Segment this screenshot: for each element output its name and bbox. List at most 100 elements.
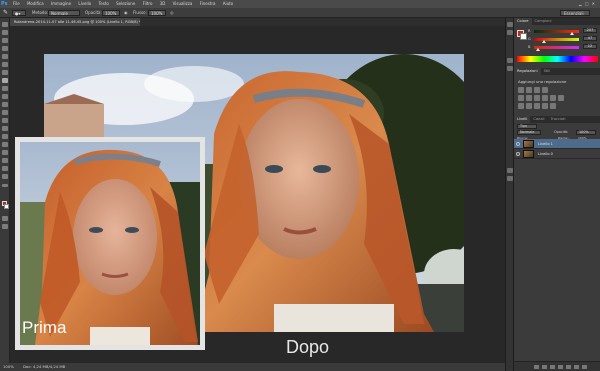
new-group-icon[interactable] [566,365,571,369]
eye-icon[interactable] [516,152,520,156]
close-icon[interactable]: ✕ [592,1,598,6]
style-select[interactable]: Normale [48,10,80,16]
lasso-tool-icon[interactable] [2,38,8,43]
menu-item-modifica[interactable]: Modifica [27,0,44,8]
flow-field[interactable]: 100% [148,10,166,16]
layer-filter-select[interactable]: Tipo [517,124,537,129]
tab-livelli[interactable]: Livelli [514,116,531,123]
layer-mask-icon[interactable] [550,365,555,369]
zoom-level[interactable]: 100% [3,364,14,369]
selective-color-icon[interactable] [550,103,556,109]
red-slider-thumb[interactable] [570,32,574,35]
type-tool-icon[interactable] [2,142,8,147]
layer-thumbnail [523,150,534,158]
tab-tracciati[interactable]: Tracciati [548,116,569,123]
eraser-tool-icon[interactable] [2,102,8,107]
brush-preset-picker[interactable]: ●▾ [12,10,26,16]
clone-stamp-tool-icon[interactable] [2,86,8,91]
menu-item-visualizza[interactable]: Visualizza [173,0,193,8]
link-layers-icon[interactable] [534,365,539,369]
green-slider[interactable] [534,38,579,41]
background-color-swatch[interactable] [4,204,9,209]
menu-item-aiuto[interactable]: Aiuto [223,0,233,8]
posterize-icon[interactable] [526,103,532,109]
green-value[interactable]: 47 [583,36,597,41]
menu-item-selezione[interactable]: Selezione [116,0,135,8]
hue-saturation-icon[interactable] [526,95,532,101]
layer-style-icon[interactable] [542,365,547,369]
tab-stili[interactable]: Stili [541,68,554,75]
exposure-icon[interactable] [542,87,548,93]
layers-footer-toolbar [514,361,600,371]
color-balance-icon[interactable] [534,95,540,101]
menu-item-livello[interactable]: Livello [78,0,91,8]
screen-mode-icon[interactable] [2,224,8,229]
healing-tool-icon[interactable] [2,70,8,75]
tab-colore[interactable]: Colore [514,18,532,25]
blur-tool-icon[interactable] [2,118,8,123]
blend-mode-select[interactable]: Normale [517,130,541,135]
quick-mask-icon[interactable] [2,216,8,221]
levels-icon[interactable] [526,87,532,93]
black-white-icon[interactable] [542,95,548,101]
menu-item-filtro[interactable]: Filtro [143,0,153,8]
brightness-contrast-icon[interactable] [518,87,524,93]
zoom-tool-icon[interactable] [2,174,8,179]
workspace-select[interactable]: Essenziali [560,10,590,16]
shape-tool-icon[interactable] [2,158,8,163]
trash-icon[interactable] [582,365,587,369]
red-value[interactable]: 207 [583,28,597,33]
layer-opacity-field[interactable]: 100% [576,130,596,135]
brush-tool-icon[interactable]: ✎ [3,8,8,18]
color-spectrum[interactable] [517,56,598,62]
gradient-map-icon[interactable] [542,103,548,109]
new-layer-icon[interactable] [574,365,579,369]
history-brush-tool-icon[interactable] [2,94,8,99]
adjustment-layer-icon[interactable] [558,365,563,369]
airbrush-icon[interactable]: ◎ [170,8,174,18]
brush-tool-icon[interactable] [2,78,8,83]
menu-item-file[interactable]: File [13,0,20,8]
crop-tool-icon[interactable] [2,54,8,59]
panel-icon-strip [505,18,513,371]
threshold-icon[interactable] [534,103,540,109]
layer-row[interactable]: Livello 1 [514,139,600,149]
document-info[interactable]: Doc: 4,24 MB/4,24 MB [23,364,65,369]
menu-item-testo[interactable]: Testo [98,0,108,8]
marquee-tool-icon[interactable] [2,30,8,35]
eye-icon[interactable] [516,142,520,146]
menu-item-finestra[interactable]: Finestra [200,0,216,8]
document-tab[interactable]: Rolandreno-2014-11-07 alle 11.46.45.png … [10,18,140,26]
path-selection-tool-icon[interactable] [2,150,8,155]
eyedropper-tool-icon[interactable] [2,62,8,67]
dodge-tool-icon[interactable] [2,126,8,131]
green-slider-label: G [528,37,531,41]
photo-filter-icon[interactable] [550,95,556,101]
curves-icon[interactable] [534,87,540,93]
quick-selection-tool-icon[interactable] [2,46,8,51]
tablet-pressure-icon[interactable]: ◉ [124,8,128,18]
portrait-before-image [20,142,200,345]
green-slider-thumb[interactable] [542,40,546,43]
tab-regolazioni[interactable]: Regolazioni [514,68,541,75]
panel-background-swatch[interactable] [520,33,527,40]
pen-tool-icon[interactable] [2,134,8,139]
layer-row[interactable]: Livello 0 [514,149,600,159]
blue-slider[interactable] [534,46,579,49]
opacity-field[interactable]: 100% [102,10,120,16]
swap-colors-icon[interactable] [2,184,8,187]
blue-value[interactable]: 12 [583,44,597,49]
maximize-icon[interactable]: □ [585,1,592,6]
hand-tool-icon[interactable] [2,166,8,171]
tab-campioni[interactable]: Campioni [532,18,555,25]
menu-item-immagine[interactable]: Immagine [51,0,71,8]
invert-icon[interactable] [518,103,524,109]
channel-mixer-icon[interactable] [558,95,564,101]
menu-item-3d[interactable]: 3D [160,0,166,8]
blue-slider-thumb[interactable] [536,48,540,51]
gradient-tool-icon[interactable] [2,110,8,115]
vibrance-icon[interactable] [518,95,524,101]
tab-canali[interactable]: Canali [530,116,547,123]
move-tool-icon[interactable] [2,22,8,27]
canvas-area[interactable]: Prima Dopo [10,26,505,363]
